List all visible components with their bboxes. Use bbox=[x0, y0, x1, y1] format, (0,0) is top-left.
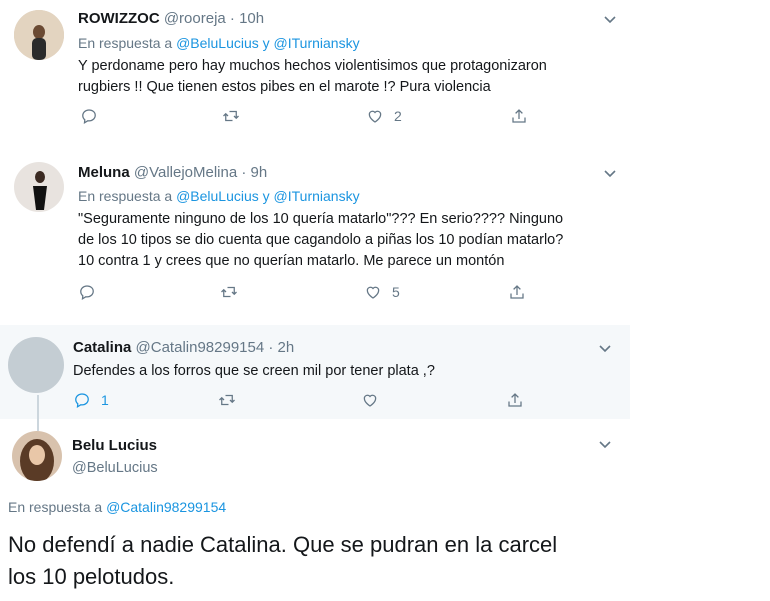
avatar[interactable] bbox=[14, 10, 64, 60]
reply-context: En respuesta a @BeluLucius y @ITurniansk… bbox=[78, 35, 360, 51]
retweet-button[interactable] bbox=[222, 107, 240, 125]
share-icon bbox=[512, 109, 526, 123]
reply-mentions[interactable]: @BeluLucius y @ITurniansky bbox=[176, 188, 360, 204]
main-tweet[interactable]: Belu Lucius @BeluLucius En respuesta a @… bbox=[0, 419, 630, 601]
tweet-catalina[interactable]: Catalina @Catalin98299154 · 2h Defendes … bbox=[0, 325, 630, 419]
like-button[interactable] bbox=[361, 391, 379, 409]
retweet-button[interactable] bbox=[220, 283, 238, 301]
share-button[interactable] bbox=[510, 107, 528, 125]
tweet-actions: 1 bbox=[0, 391, 630, 409]
avatar[interactable] bbox=[14, 162, 64, 212]
share-button[interactable] bbox=[508, 283, 526, 301]
like-button[interactable]: 2 bbox=[366, 107, 402, 125]
reply-context: En respuesta a @BeluLucius y @ITurniansk… bbox=[78, 188, 360, 204]
author-display-name[interactable]: Belu Lucius bbox=[72, 437, 157, 454]
chevron-down-icon[interactable] bbox=[598, 437, 612, 451]
tweet-rowizzoc[interactable]: ROWIZZOC @rooreja · 10h En respuesta a @… bbox=[0, 0, 630, 150]
heart-icon bbox=[368, 110, 382, 123]
reply-button[interactable] bbox=[78, 283, 96, 301]
author-handle[interactable]: @Catalin98299154 bbox=[136, 339, 265, 356]
retweet-icon bbox=[221, 286, 237, 298]
reply-context: En respuesta a @Catalin98299154 bbox=[8, 499, 227, 515]
reply-mention[interactable]: @Catalin98299154 bbox=[106, 499, 226, 515]
author-handle[interactable]: @BeluLucius bbox=[72, 460, 158, 476]
tweet-text: "Seguramente ninguno de los 10 quería ma… bbox=[78, 211, 564, 269]
author-handle[interactable]: @VallejoMelina bbox=[134, 164, 237, 181]
tweet-text: Defendes a los forros que se creen mil p… bbox=[73, 363, 435, 379]
tweet-meluna[interactable]: Meluna @VallejoMelina · 9h En respuesta … bbox=[0, 150, 630, 320]
timestamp[interactable]: · 10h bbox=[226, 10, 264, 27]
retweet-icon bbox=[219, 394, 235, 406]
share-icon bbox=[508, 393, 522, 407]
reply-icon bbox=[75, 393, 89, 408]
main-tweet-text: No defendí a nadie Catalina. Que se pudr… bbox=[8, 532, 558, 589]
share-button[interactable] bbox=[506, 391, 524, 409]
tweet-actions: 5 bbox=[0, 283, 630, 301]
reply-mentions[interactable]: @BeluLucius y @ITurniansky bbox=[176, 35, 360, 51]
tweet-actions: 2 bbox=[0, 107, 630, 125]
like-button[interactable]: 5 bbox=[364, 283, 400, 301]
author-name[interactable]: Meluna @VallejoMelina · 9h bbox=[78, 164, 267, 181]
reply-icon bbox=[82, 109, 96, 124]
thread-line bbox=[37, 419, 39, 431]
avatar[interactable] bbox=[12, 431, 62, 481]
timestamp[interactable]: · 9h bbox=[237, 164, 267, 181]
reply-button[interactable] bbox=[80, 107, 98, 125]
author-display-name[interactable]: ROWIZZOC bbox=[78, 10, 160, 27]
like-count: 5 bbox=[392, 284, 400, 300]
retweet-icon bbox=[223, 110, 239, 122]
avatar[interactable] bbox=[8, 337, 64, 393]
tweet-text: Y perdoname pero hay muchos hechos viole… bbox=[78, 58, 547, 95]
share-icon bbox=[510, 285, 524, 299]
reply-count: 1 bbox=[101, 392, 109, 408]
retweet-button[interactable] bbox=[218, 391, 236, 409]
author-display-name[interactable]: Meluna bbox=[78, 164, 130, 181]
timestamp[interactable]: · 2h bbox=[264, 339, 294, 356]
reply-button[interactable]: 1 bbox=[73, 391, 109, 409]
heart-icon bbox=[366, 286, 380, 299]
chevron-down-icon[interactable] bbox=[598, 341, 612, 355]
reply-icon bbox=[80, 285, 94, 300]
author-handle[interactable]: @rooreja bbox=[164, 10, 226, 27]
author-name[interactable]: ROWIZZOC @rooreja · 10h bbox=[78, 10, 264, 27]
author-name[interactable]: Catalina @Catalin98299154 · 2h bbox=[73, 339, 294, 356]
heart-icon bbox=[363, 394, 377, 407]
like-count: 2 bbox=[394, 108, 402, 124]
author-display-name[interactable]: Catalina bbox=[73, 339, 131, 356]
chevron-down-icon[interactable] bbox=[603, 166, 617, 180]
chevron-down-icon[interactable] bbox=[603, 12, 617, 26]
